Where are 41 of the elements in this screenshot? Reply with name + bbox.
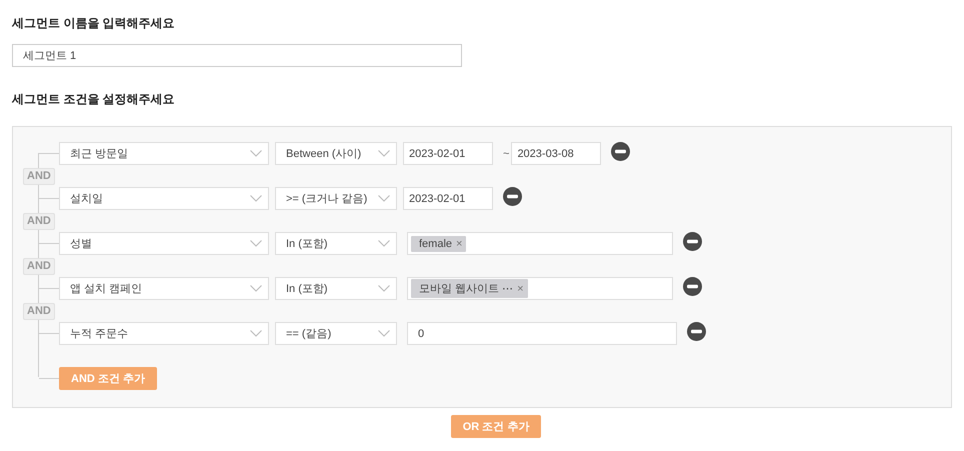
remove-icon[interactable] — [611, 142, 630, 161]
and-label: AND — [23, 302, 55, 320]
chevron-icon — [250, 240, 262, 247]
chevron-icon — [378, 330, 390, 337]
and-label: AND — [23, 258, 55, 274]
operator-dropdown[interactable]: In (포함) — [275, 277, 397, 300]
value-field[interactable]: 0 — [407, 322, 677, 345]
field-dropdown[interactable]: 성별 — [59, 232, 269, 255]
operator-dropdown[interactable]: Between (사이) — [275, 142, 397, 165]
operator-dropdown[interactable]: == (같음) — [275, 322, 397, 345]
date-field[interactable]: 2023-02-01 — [403, 187, 493, 210]
range-separator: ~ — [503, 148, 510, 160]
tag-field[interactable]: 모바일 웹사이트 ⋯ × — [407, 277, 673, 300]
tag-field[interactable]: female × — [407, 232, 673, 255]
field-dropdown[interactable]: 앱 설치 캠페인 — [59, 277, 269, 300]
and-label: AND — [23, 212, 55, 230]
chevron-icon — [250, 195, 262, 202]
operator-dropdown[interactable]: >= (크거나 같음) — [275, 187, 397, 210]
tag: female × — [411, 236, 466, 252]
section-title: 세그먼트 조건을 설정해주세요 — [12, 91, 176, 108]
chevron-icon — [250, 150, 262, 157]
chevron-icon — [250, 285, 262, 292]
remove-icon[interactable] — [503, 187, 522, 206]
field-dropdown[interactable]: 설치일 — [59, 187, 269, 210]
chevron-icon — [250, 330, 262, 337]
segment-name-field[interactable]: 세그먼트 1 — [12, 44, 462, 67]
date-field[interactable]: 2023-02-01 — [403, 142, 493, 165]
chevron-icon — [378, 285, 390, 292]
date-field[interactable]: 2023-03-08 — [511, 142, 602, 165]
operator-dropdown[interactable]: In (포함) — [275, 232, 397, 255]
remove-icon[interactable] — [683, 277, 702, 296]
field-dropdown[interactable]: 최근 방문일 — [59, 142, 269, 165]
tag: 모바일 웹사이트 ⋯ × — [411, 279, 528, 298]
remove-icon[interactable] — [683, 232, 702, 251]
chevron-icon — [378, 240, 390, 247]
chevron-icon — [378, 195, 390, 202]
section-title: 세그먼트 이름을 입력해주세요 — [12, 15, 176, 32]
field-dropdown[interactable]: 누적 주문수 — [59, 322, 269, 345]
remove-icon[interactable] — [687, 322, 706, 341]
chevron-icon — [378, 150, 390, 157]
and-label: AND — [23, 168, 55, 184]
